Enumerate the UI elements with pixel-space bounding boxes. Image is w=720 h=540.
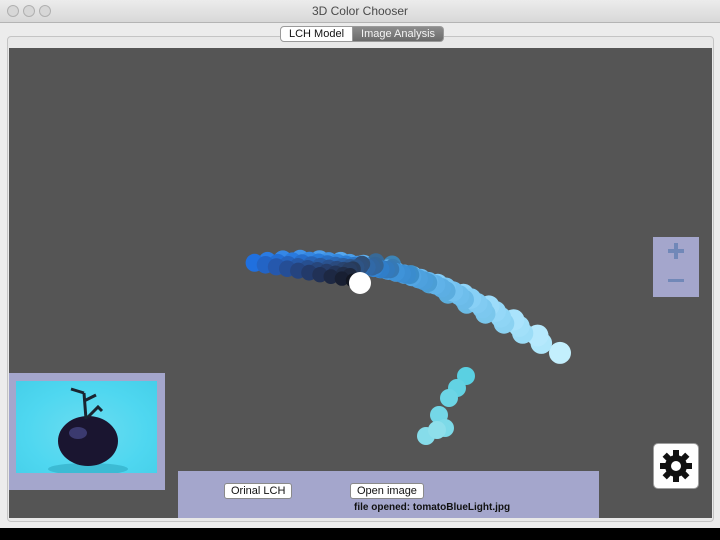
- title-bar: 3D Color Chooser: [0, 0, 720, 23]
- app-window: 3D Color Chooser LCH Model Image Analysi…: [0, 0, 720, 528]
- color-sphere[interactable]: [549, 341, 571, 364]
- tomato-thumbnail: [16, 381, 157, 473]
- tomato-image: [48, 387, 128, 473]
- color-sphere[interactable]: [428, 421, 446, 439]
- tab-lch-model[interactable]: LCH Model: [280, 26, 354, 42]
- color-3d-view[interactable]: Orinal LCH Open image file opened: tomat…: [9, 48, 712, 518]
- zoom-in-icon[interactable]: [666, 241, 686, 261]
- selected-color-marker[interactable]: [349, 272, 371, 294]
- color-sphere[interactable]: [440, 389, 458, 407]
- tab-image-analysis[interactable]: Image Analysis: [353, 26, 445, 42]
- window-title: 3D Color Chooser: [311, 4, 409, 18]
- image-thumbnail-panel: [9, 373, 165, 490]
- zoom-controls: [653, 237, 699, 297]
- tab-bar: LCH Model Image Analysis: [280, 26, 445, 42]
- original-lch-button[interactable]: Orinal LCH: [224, 483, 293, 499]
- settings-button[interactable]: [653, 443, 699, 489]
- open-image-button[interactable]: Open image: [350, 483, 424, 499]
- bottom-control-bar: Orinal LCH Open image file opened: tomat…: [178, 471, 599, 518]
- file-status-text: file opened: tomatoBlueLight.jpg: [354, 502, 511, 513]
- zoom-out-icon[interactable]: [666, 271, 686, 291]
- gear-icon: [660, 450, 692, 482]
